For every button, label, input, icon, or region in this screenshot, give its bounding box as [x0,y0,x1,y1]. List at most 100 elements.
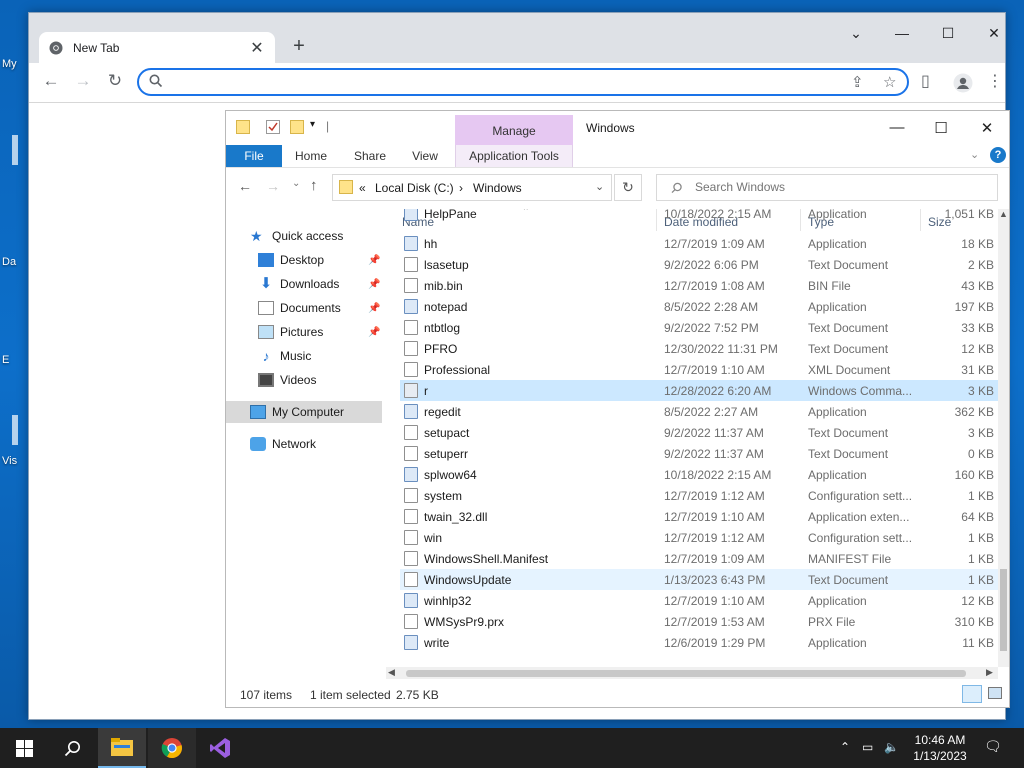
desktop-icon-label[interactable]: E [2,354,9,366]
forward-arrow-icon[interactable]: → [266,178,280,194]
ribbon-tab-home[interactable]: Home [290,145,332,167]
file-row[interactable]: WindowsShell.Manifest 12/7/2019 1:09 AM MA… [400,548,998,569]
file-row[interactable]: ntbtlog 9/2/2022 7:52 PM Text Document 33 K… [400,317,998,338]
notifications-icon[interactable]: 🗨 [984,738,1002,755]
reload-icon[interactable]: ↻ [103,71,127,91]
omnibox[interactable]: ⇪ ☆ [137,68,909,96]
ribbon-tab-view[interactable]: View [406,145,444,167]
desktop-icon-label[interactable]: Vis [2,455,17,467]
file-row[interactable]: system 12/7/2019 1:12 AM Configuration set… [400,485,998,506]
omnibox-input[interactable] [169,72,829,92]
network-tray-icon[interactable]: ▭ [862,740,873,754]
close-button[interactable]: ✕ [979,25,1009,42]
file-row[interactable]: r 12/28/2022 6:20 AM Windows Comma... 3 KB [400,380,998,401]
nav-desktop[interactable]: Desktop [258,249,324,271]
side-panel-icon[interactable]: ▯ [921,71,930,91]
scroll-left-icon[interactable]: ◀ [388,667,395,678]
recent-locations-icon[interactable]: ⌄ [292,178,300,189]
file-row[interactable]: WindowsUpdate 1/13/2023 6:43 PM Text Docum… [400,569,998,590]
vertical-scroll-thumb[interactable] [1000,569,1007,651]
search-button[interactable] [48,728,96,768]
nav-my-computer[interactable]: My Computer [226,401,382,423]
file-row[interactable]: PFRO 12/30/2022 11:31 PM Text Document 12 K… [400,338,998,359]
file-row[interactable]: regedit 8/5/2022 2:27 AM Application 362 KB [400,401,998,422]
large-icons-view-icon[interactable] [988,687,1002,699]
breadcrumb-local-disk[interactable]: Local Disk (C:) [375,181,454,195]
customize-toolbar-icon[interactable]: ▾ [310,119,315,130]
tab-search-icon[interactable]: ⌄ [841,25,871,42]
file-row[interactable]: write 12/6/2019 1:29 PM Application 11 KB [400,632,998,653]
file-row[interactable]: win 12/7/2019 1:12 AM Configuration sett..… [400,527,998,548]
file-row[interactable]: setupact 9/2/2022 11:37 AM Text Document 3 … [400,422,998,443]
address-bar[interactable]: « Local Disk (C:) › Windows ⌄ [332,174,612,201]
manage-tab[interactable]: Manage [455,115,573,145]
explorer-maximize-button[interactable]: ☐ [926,119,956,137]
nav-network[interactable]: Network [250,433,316,455]
pin-icon[interactable]: 📌 [368,327,380,338]
nav-music[interactable]: ♪ Music [258,345,312,367]
breadcrumb-windows[interactable]: Windows [473,181,522,195]
new-tab-button[interactable]: + [287,35,311,58]
share-icon[interactable]: ⇪ [851,73,864,91]
properties-icon[interactable] [266,120,280,134]
pin-icon[interactable]: 📌 [368,255,380,266]
address-dropdown-icon[interactable]: ⌄ [595,180,604,193]
desktop-icon-label[interactable]: My [2,58,17,70]
menu-icon[interactable]: ⋮ [987,71,1003,91]
clock[interactable]: 10:46 AM 1/13/2023 [900,732,980,764]
show-hidden-icons[interactable]: ⌃ [840,740,850,754]
back-icon[interactable]: ← [39,71,63,91]
desktop-icon[interactable] [12,135,18,165]
file-row[interactable]: Professional 12/7/2019 1:10 AM XML Documen… [400,359,998,380]
nav-documents[interactable]: Documents [258,297,341,319]
file-row[interactable]: HelpPane 10/18/2022 2:15 AM Application 1,0… [400,209,998,224]
up-arrow-icon[interactable]: ↑ [310,177,318,194]
explorer-minimize-button[interactable]: — [882,119,912,136]
help-icon[interactable]: ? [990,147,1006,163]
maximize-button[interactable]: ☐ [933,25,963,42]
file-row[interactable]: mib.bin 12/7/2019 1:08 AM BIN File 43 KB [400,275,998,296]
minimize-button[interactable]: — [887,25,917,41]
search-box[interactable] [656,174,998,201]
pin-icon[interactable]: 📌 [368,303,380,314]
volume-icon[interactable]: 🔈 [884,740,899,754]
scroll-right-icon[interactable]: ▶ [986,667,993,678]
file-row[interactable]: setuperr 9/2/2022 11:37 AM Text Document 0 … [400,443,998,464]
file-row[interactable]: splwow64 10/18/2022 2:15 AM Application 160… [400,464,998,485]
explorer-close-button[interactable]: ✕ [972,119,1002,137]
new-folder-icon[interactable] [290,120,304,134]
start-button[interactable] [0,728,48,768]
vertical-scrollbar[interactable]: ▲ [998,209,1009,667]
taskbar-chrome[interactable] [148,728,196,768]
tab-close-icon[interactable]: ✕ [249,38,265,58]
horizontal-scroll-thumb[interactable] [406,670,966,677]
taskbar-file-explorer[interactable] [98,728,146,768]
profile-avatar-icon[interactable] [953,73,973,93]
nav-pictures[interactable]: Pictures [258,321,323,343]
back-arrow-icon[interactable]: ← [238,178,252,194]
desktop-icon[interactable] [12,415,18,445]
forward-icon[interactable]: → [71,71,95,91]
file-row[interactable]: twain_32.dll 12/7/2019 1:10 AM Application… [400,506,998,527]
tab-new-tab[interactable]: New Tab ✕ [39,32,275,63]
pin-icon[interactable]: 📌 [368,279,380,290]
horizontal-scrollbar[interactable]: ◀ ▶ [386,667,998,679]
file-row[interactable]: lsasetup 9/2/2022 6:06 PM Text Document 2 K… [400,254,998,275]
search-input[interactable] [695,180,985,194]
scroll-up-icon[interactable]: ▲ [999,209,1008,219]
details-view-icon[interactable] [962,685,982,703]
desktop-icon-label[interactable]: Da [2,256,16,268]
nav-videos[interactable]: Videos [258,369,316,391]
file-row[interactable]: winhlp32 12/7/2019 1:10 AM Application 12 K… [400,590,998,611]
nav-downloads[interactable]: ⬇ Downloads [258,273,340,295]
address-prefix[interactable]: « [359,181,366,195]
ribbon-tab-share[interactable]: Share [348,145,392,167]
ribbon-tab-file[interactable]: File [226,145,282,167]
bookmark-star-icon[interactable]: ☆ [883,73,896,91]
nav-quick-access[interactable]: ★ Quick access [250,225,343,247]
taskbar-visual-studio[interactable] [196,728,244,768]
ribbon-expand-icon[interactable]: ⌄ [970,148,979,161]
file-row[interactable]: notepad 8/5/2022 2:28 AM Application 197 KB [400,296,998,317]
refresh-button[interactable]: ↻ [614,174,642,201]
file-row[interactable]: WMSysPr9.prx 12/7/2019 1:53 AM PRX File 310… [400,611,998,632]
